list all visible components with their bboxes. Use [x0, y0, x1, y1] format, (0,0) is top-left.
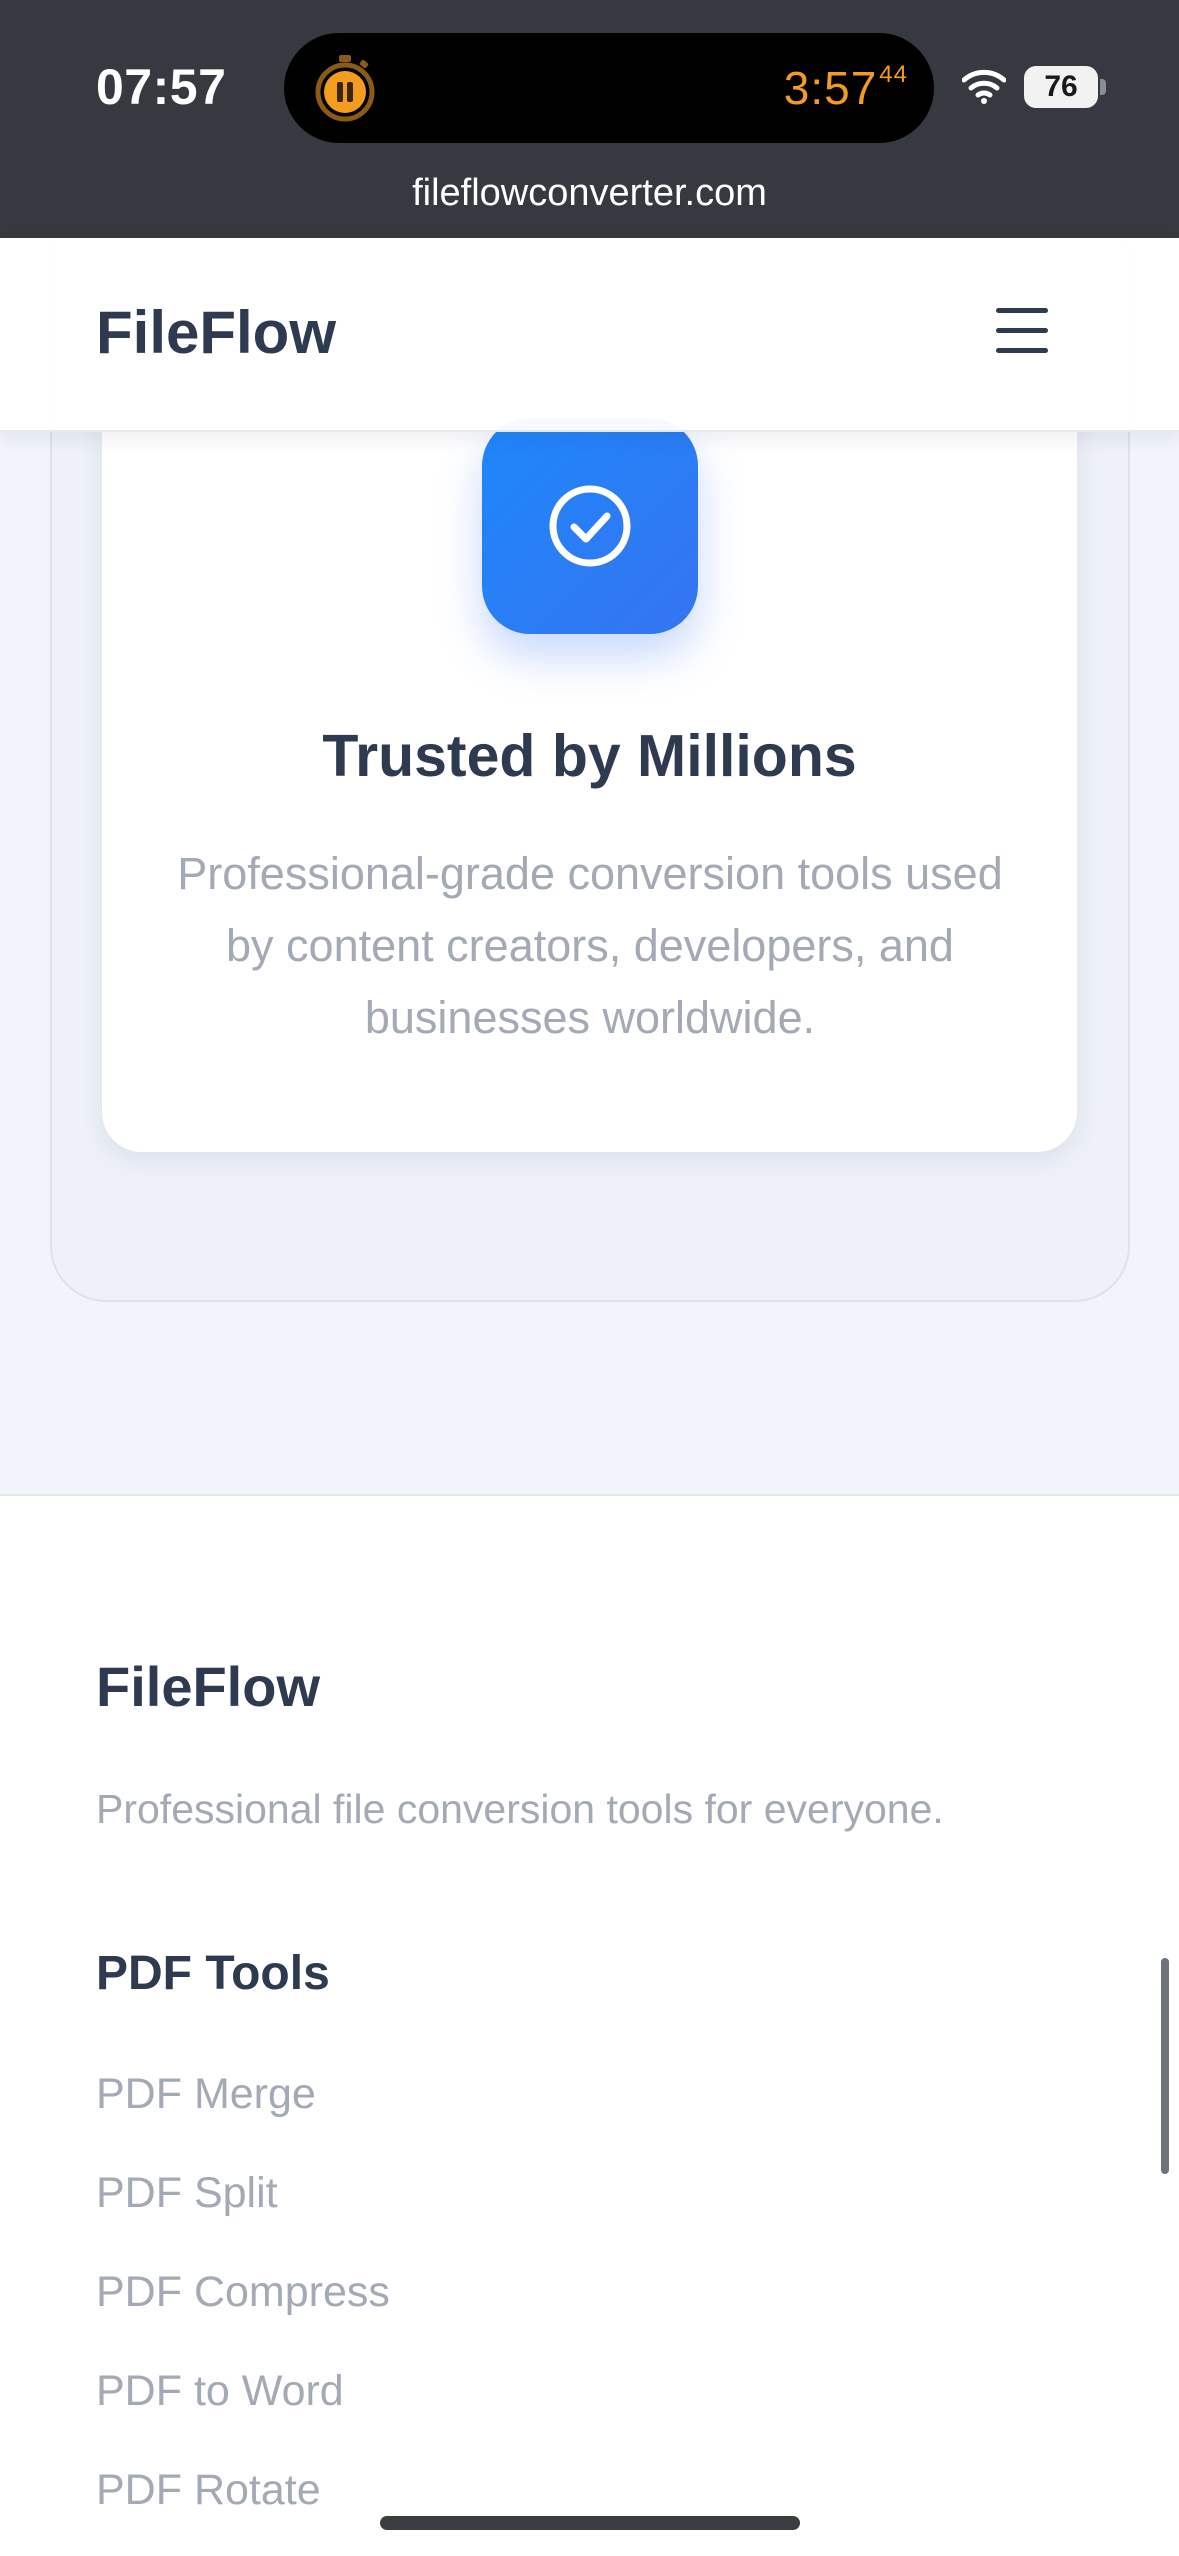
site-logo[interactable]: FileFlow [96, 298, 336, 367]
feature-icon-tile [482, 418, 698, 634]
hamburger-menu-icon [996, 308, 1048, 313]
feature-title: Trusted by Millions [322, 723, 857, 789]
hamburger-menu-icon-bottom [996, 348, 1048, 353]
status-time: 07:57 [96, 59, 227, 115]
menu-button[interactable] [994, 304, 1050, 360]
footer-link-pdf-compress[interactable]: PDF Compress [96, 2262, 390, 2361]
battery-tip [1100, 79, 1106, 95]
hamburger-menu-icon-middle [996, 328, 1048, 333]
timer-readout: 3:5744 [784, 61, 908, 115]
site-header: FileFlow [0, 238, 1179, 432]
timer-fraction: 44 [879, 61, 908, 88]
footer-tagline: Professional file conversion tools for e… [96, 1786, 944, 1832]
url-bar-text[interactable]: fileflowconverter.com [0, 172, 1179, 215]
battery-level: 76 [1044, 70, 1078, 103]
footer-link-pdf-split[interactable]: PDF Split [96, 2163, 390, 2262]
footer-pdf-tools-list: PDF Merge PDF Split PDF Compress PDF to … [96, 2064, 390, 2556]
footer-brand: FileFlow [96, 1655, 320, 1718]
site-footer: FileFlow Professional file conversion to… [0, 1494, 1179, 2556]
wifi-icon [962, 69, 1006, 104]
home-indicator[interactable] [380, 2516, 800, 2530]
feature-description: Professional-grade conversion tools used… [177, 848, 1003, 1043]
page: Trusted by Millions Professional-grade c… [0, 0, 1179, 2556]
footer-heading-pdf-tools: PDF Tools [96, 1947, 330, 2000]
pause-timer-icon [315, 55, 375, 122]
battery-icon: 76 [1024, 66, 1106, 108]
scroll-indicator[interactable] [1161, 1958, 1169, 2174]
footer-link-pdf-rotate[interactable]: PDF Rotate [96, 2460, 390, 2556]
status-bar: 07:57 3:5744 76 fileflowconverter.com [0, 0, 1179, 238]
footer-link-pdf-merge[interactable]: PDF Merge [96, 2064, 390, 2163]
timer-main: 3:57 [783, 62, 878, 114]
footer-link-pdf-to-word[interactable]: PDF to Word [96, 2361, 390, 2460]
check-circle-icon [549, 485, 631, 567]
dynamic-island[interactable]: 3:5744 [284, 33, 934, 143]
